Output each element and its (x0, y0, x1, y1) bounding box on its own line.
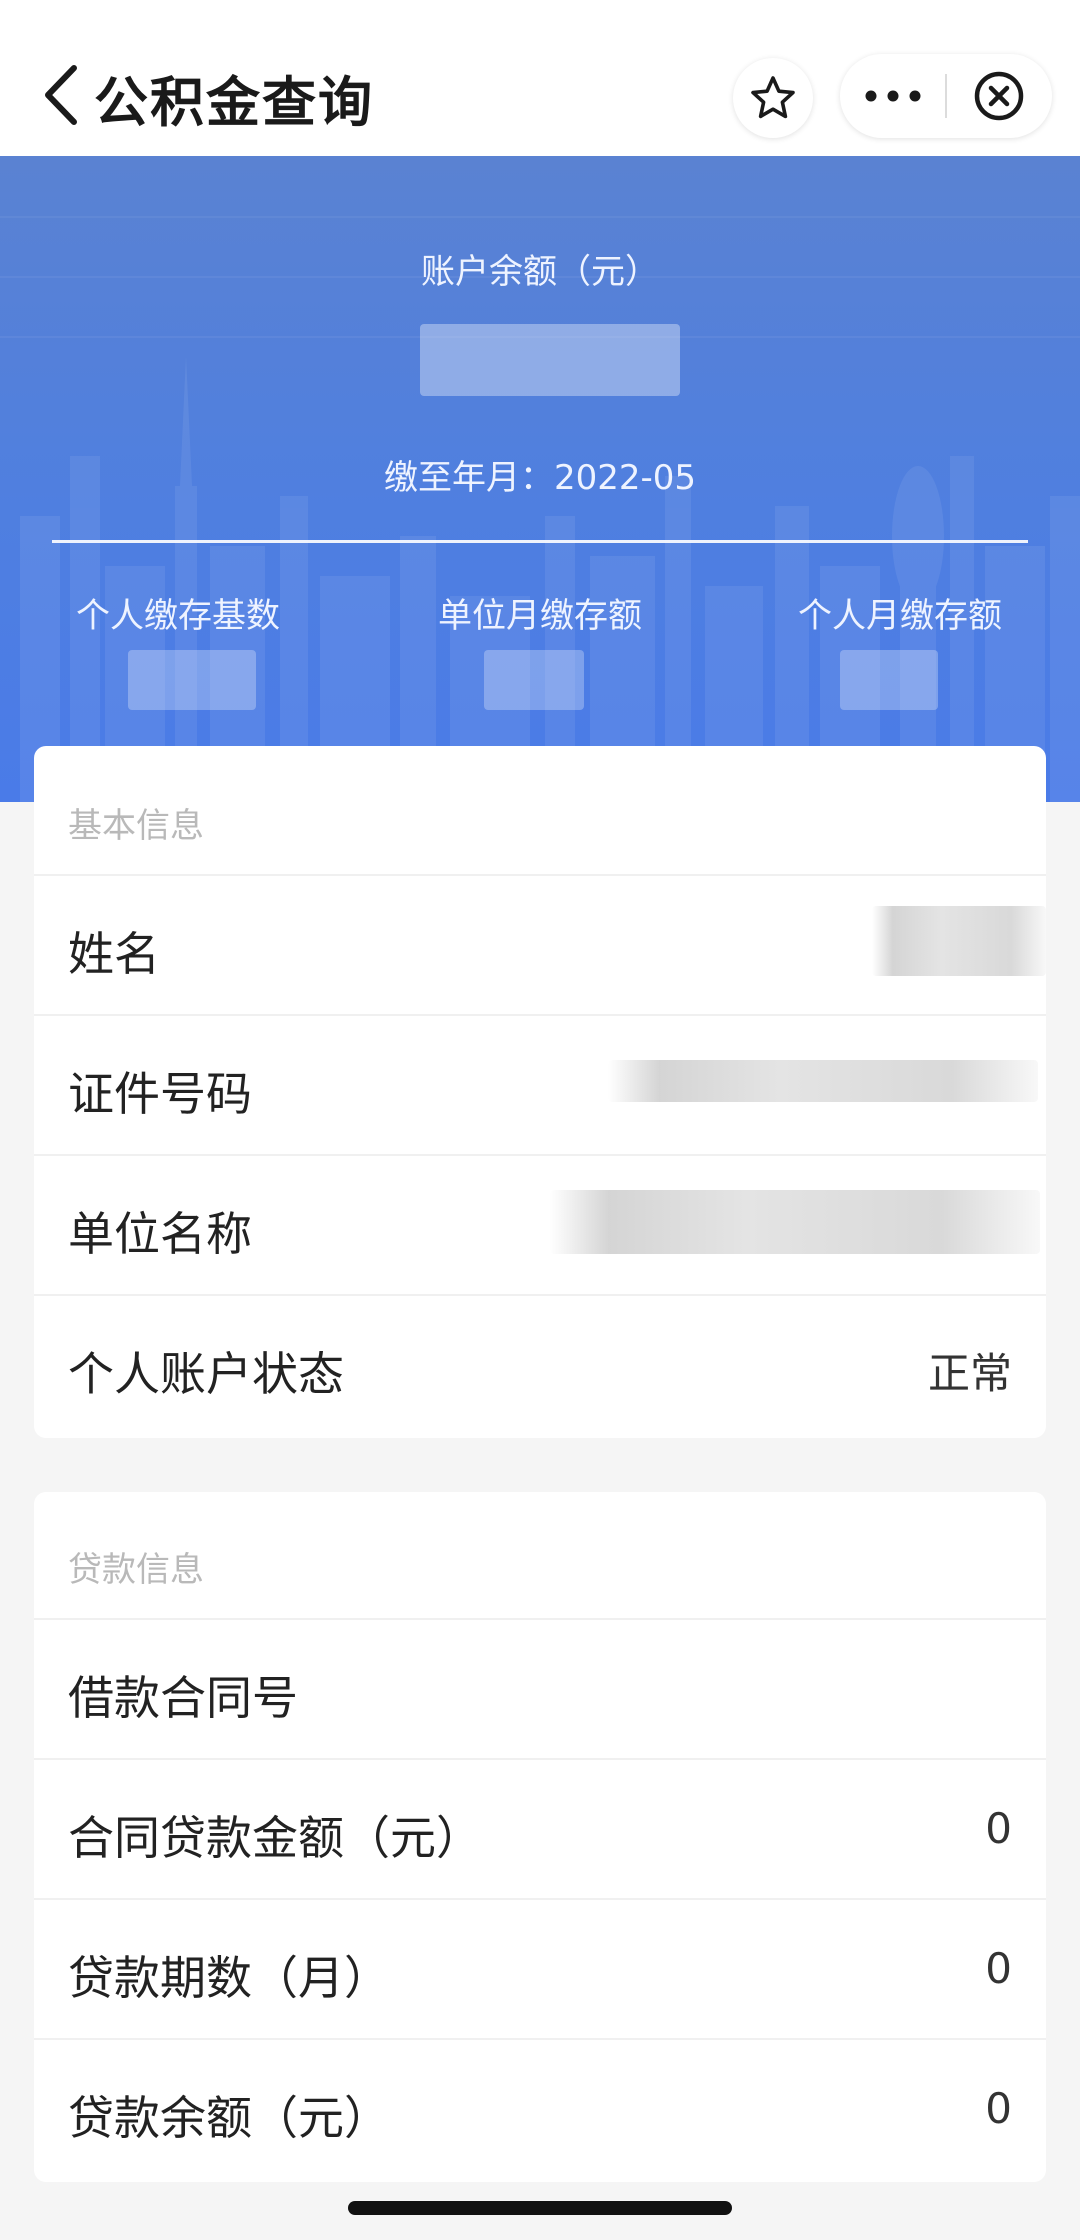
more-button[interactable] (840, 54, 946, 138)
page-title: 公积金查询 (94, 71, 374, 134)
loan-balance-label: 贷款余额（元） (68, 2091, 390, 2145)
contract-number-label: 借款合同号 (68, 1671, 298, 1725)
id-number-value-redacted (608, 1060, 1038, 1102)
back-button[interactable] (40, 60, 88, 130)
personal-monthly-value-redacted (840, 650, 938, 710)
info-row-employer: 单位名称 (34, 1154, 1046, 1294)
employer-label: 单位名称 (68, 1207, 252, 1261)
account-summary-header: 账户余额（元） 缴至年月：2022-05 个人缴存基数 单位月缴存额 个人月缴存… (0, 156, 1080, 802)
more-dots-icon (865, 90, 921, 102)
personal-monthly-label: 个人月缴存额 (798, 596, 1002, 636)
contract-amount-value: 0 (985, 1804, 1012, 1853)
loan-term-label: 贷款期数（月） (68, 1951, 390, 2005)
basic-info-heading: 基本信息 (68, 806, 204, 846)
loan-row-balance: 贷款余额（元） 0 (34, 2038, 1046, 2178)
balance-label: 账户余额（元） (421, 252, 659, 292)
account-status-value: 正常 (927, 1349, 1012, 1398)
employer-value-redacted (550, 1190, 1040, 1254)
info-row-name: 姓名 (34, 874, 1046, 1014)
close-circle-icon (974, 71, 1024, 121)
personal-base-value-redacted (128, 650, 256, 710)
top-navbar: 公积金查询 (0, 0, 1080, 156)
home-indicator[interactable] (348, 2201, 732, 2215)
name-value-redacted (872, 906, 1046, 976)
info-row-id-number: 证件号码 (34, 1014, 1046, 1154)
contract-amount-label: 合同贷款金额（元） (68, 1811, 482, 1865)
header-divider (52, 540, 1028, 543)
employer-monthly-label: 单位月缴存额 (438, 596, 642, 636)
star-icon (751, 76, 795, 119)
loan-row-contract-number: 借款合同号 (34, 1618, 1046, 1758)
paid-until-date: 缴至年月：2022-05 (383, 458, 697, 498)
info-row-account-status: 个人账户状态 正常 (34, 1294, 1046, 1434)
close-button[interactable] (946, 54, 1052, 138)
account-status-label: 个人账户状态 (68, 1347, 344, 1401)
employer-monthly-value-redacted (484, 650, 584, 710)
name-label: 姓名 (68, 927, 160, 981)
loan-info-card: 贷款信息 借款合同号 合同贷款金额（元） 0 贷款期数（月） 0 贷款余额（元）… (34, 1492, 1046, 2182)
balance-value-redacted (420, 324, 680, 396)
loan-term-value: 0 (985, 1944, 1012, 1993)
loan-row-term-months: 贷款期数（月） 0 (34, 1898, 1046, 2038)
loan-balance-value: 0 (985, 2084, 1012, 2133)
id-number-label: 证件号码 (68, 1067, 252, 1121)
favorite-button[interactable] (733, 58, 813, 138)
miniapp-capsule (840, 54, 1052, 138)
basic-info-card: 基本信息 姓名 证件号码 单位名称 个人账户状态 正常 (34, 746, 1046, 1438)
loan-row-contract-amount: 合同贷款金额（元） 0 (34, 1758, 1046, 1898)
loan-info-heading: 贷款信息 (68, 1550, 204, 1590)
personal-base-label: 个人缴存基数 (76, 596, 280, 636)
chevron-left-icon (45, 65, 77, 125)
